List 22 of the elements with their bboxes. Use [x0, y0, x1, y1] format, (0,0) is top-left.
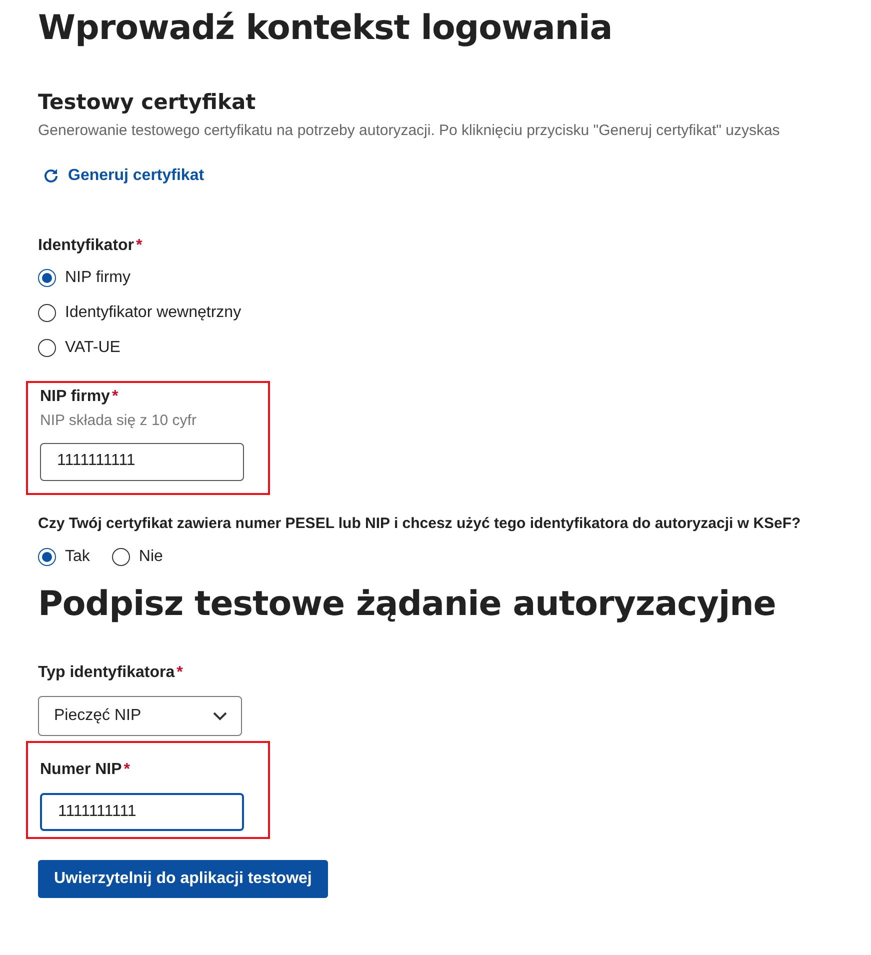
page-title: Wprowadź kontekst logowania: [38, 8, 612, 48]
radio-option[interactable]: Nie: [112, 548, 163, 566]
field-label: NIP firmy*: [40, 388, 118, 406]
field-hint: NIP składa się z 10 cyfr: [40, 412, 198, 429]
radio-option[interactable]: VAT-UE: [38, 339, 120, 357]
section-description: Generowanie testowego certyfikatu na potrzeby autoryzacji. Po kliknięciu przycisku "Generuj certyfikat" uzyskas: [38, 122, 780, 139]
field-label: Typ identyfikatora*: [38, 664, 183, 682]
generate-certificate-link[interactable]: Generuj certyfikat: [42, 167, 204, 185]
nip-input-field[interactable]: 1111111111: [40, 443, 244, 481]
chevron-down-icon: [213, 712, 227, 720]
section-heading: Testowy certyfikat: [38, 90, 256, 114]
section-title: Podpisz testowe żądanie autoryzacyjne: [38, 584, 776, 624]
nip-number-input-field[interactable]: 1111111111: [40, 793, 244, 831]
radio-option[interactable]: NIP firmy: [38, 269, 130, 287]
field-label: Numer NIP*: [40, 761, 130, 779]
radio-option[interactable]: Identyfikator wewnętrzny: [38, 304, 242, 322]
authenticate-button[interactable]: Uwierzytelnij do aplikacji testowej: [38, 860, 328, 898]
field-label: Identyfikator*: [38, 237, 142, 255]
identifier-type-dropdown[interactable]: Pieczęć NIP: [38, 696, 242, 736]
question-label: Czy Twój certyfikat zawiera numer PESEL lub NIP i chcesz użyć tego identyfikatora do autoryzacji w KSeF?: [38, 515, 801, 532]
refresh-icon: [42, 167, 60, 185]
radio-option[interactable]: Tak: [38, 548, 90, 566]
